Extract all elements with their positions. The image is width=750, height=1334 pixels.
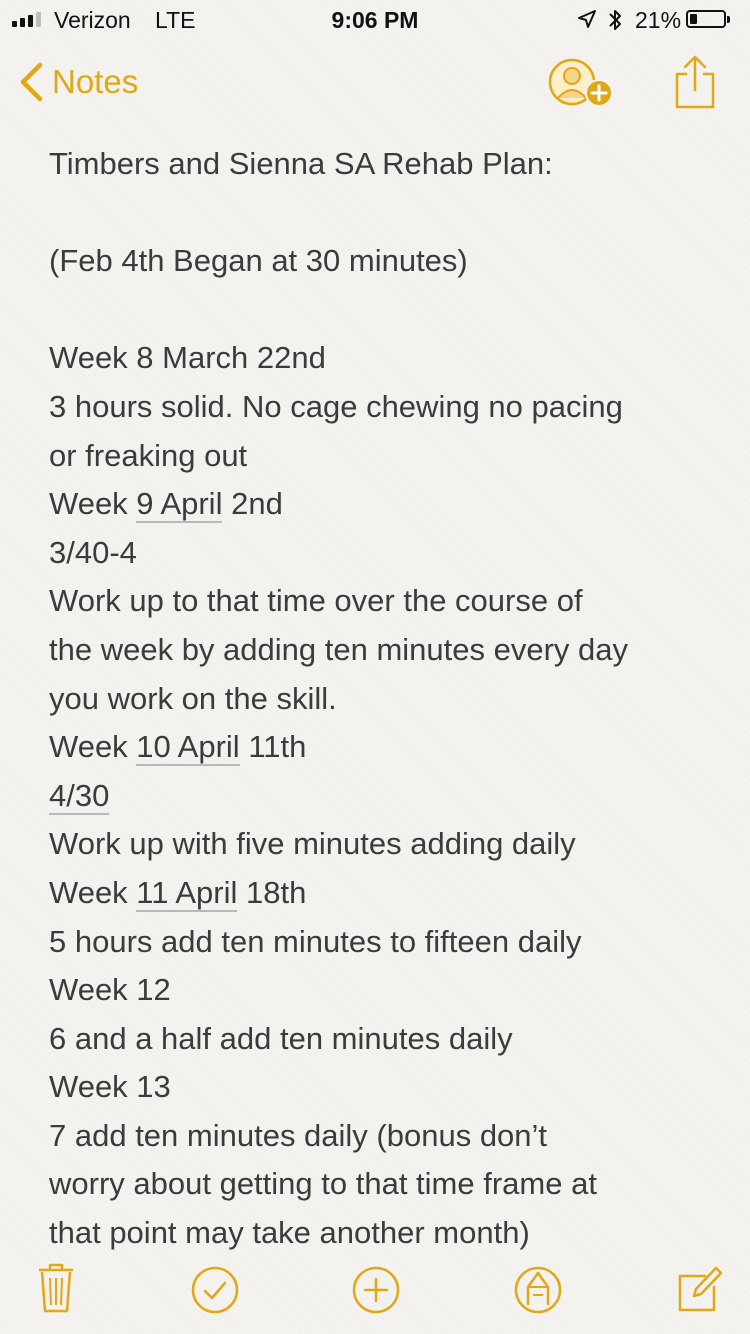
note-line: Week 12 [49, 972, 171, 1008]
note-line: Work up to that time over the course of [49, 583, 583, 619]
back-button-label: Notes [52, 63, 139, 100]
note-line: Work up with five minutes adding daily [49, 826, 576, 862]
nav-bar: Notes [0, 40, 750, 128]
note-line: Week 13 [49, 1069, 171, 1105]
battery-percentage: 21% [635, 7, 682, 33]
date-link[interactable]: 4/30 [49, 777, 110, 815]
bottom-toolbar [0, 1262, 750, 1320]
note-line-with-date-link[interactable]: 4/30 [49, 772, 729, 821]
chevron-left-icon [20, 62, 43, 102]
share-icon[interactable] [673, 54, 717, 110]
date-link[interactable]: 9 April [136, 486, 223, 524]
note-line: or freaking out [49, 437, 248, 473]
note-body[interactable]: Timbers and Sienna SA Rehab Plan: (Feb 4… [49, 140, 729, 1258]
note-line: the week by adding ten minutes every day [49, 631, 629, 667]
note-line: you work on the skill. [49, 680, 337, 716]
note-line-with-date-link[interactable]: Week 11 April 18th [49, 869, 729, 918]
note-line: 3/40-4 [49, 534, 137, 570]
person-add-icon[interactable] [548, 58, 616, 110]
note-line: 3 hours solid. No cage chewing no pacing [49, 388, 623, 424]
plus-circle-icon[interactable] [351, 1265, 401, 1315]
date-link[interactable]: 10 April [136, 729, 240, 767]
note-line: worry about getting to that time frame a… [49, 1166, 597, 1202]
location-arrow-icon [578, 10, 596, 28]
note-line: (Feb 4th Began at 30 minutes) [49, 243, 468, 279]
note-line [49, 189, 729, 238]
note-line [49, 286, 729, 335]
checkmark-circle-icon[interactable] [190, 1265, 240, 1315]
note-line-with-date-link[interactable]: Week 10 April 11th [49, 723, 729, 772]
note-line-with-date-link[interactable]: Week 9 April 2nd [49, 480, 729, 529]
note-line: Week 8 March 22nd [49, 340, 326, 376]
bluetooth-icon [609, 10, 621, 30]
compose-icon[interactable] [676, 1262, 724, 1314]
date-link[interactable]: 11 April [136, 874, 238, 912]
note-line: 6 and a half add ten minutes daily [49, 1020, 513, 1056]
note-line: 5 hours add ten minutes to fifteen daily [49, 923, 582, 959]
pen-circle-icon[interactable] [513, 1265, 563, 1315]
trash-icon[interactable] [36, 1262, 76, 1314]
note-title: Timbers and Sienna SA Rehab Plan: [49, 146, 553, 181]
battery-icon [686, 10, 730, 28]
note-line: that point may take another month) [49, 1215, 530, 1251]
status-bar: Verizon LTE 9:06 PM 21% [0, 0, 750, 40]
back-button[interactable]: Notes [18, 62, 138, 102]
note-line: 7 add ten minutes daily (bonus don’t [49, 1117, 548, 1153]
